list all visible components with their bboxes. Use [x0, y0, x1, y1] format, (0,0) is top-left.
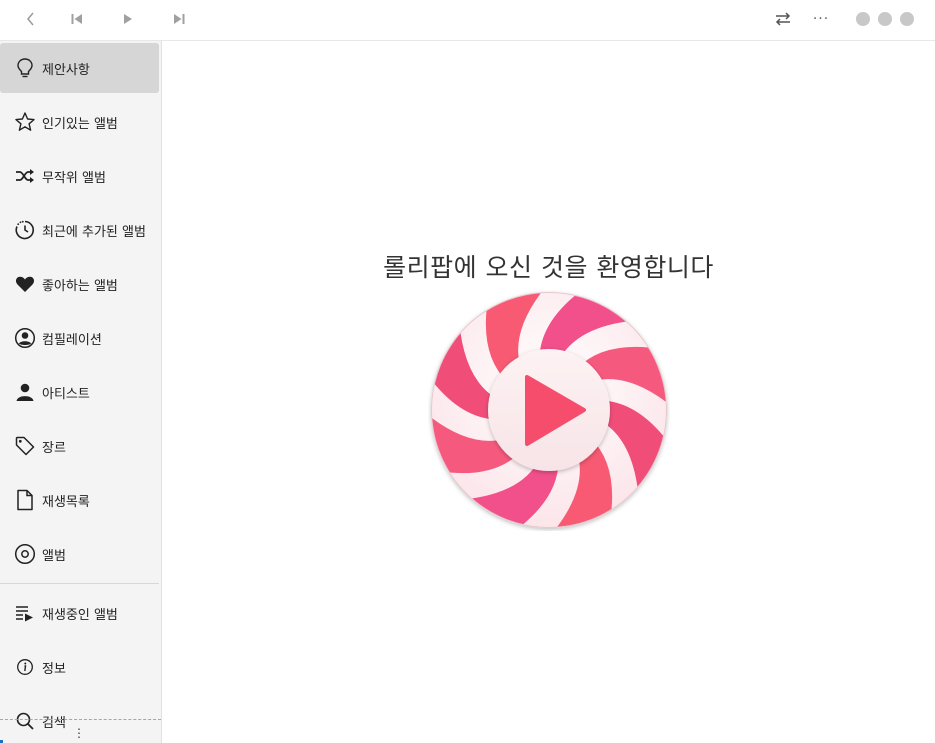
minimize-button[interactable]: [856, 12, 870, 26]
sidebar-item-label: 무작위 앨범: [42, 170, 106, 186]
back-button[interactable]: [18, 8, 44, 30]
sidebar-item-label: 최근에 추가된 앨범: [42, 224, 146, 240]
sidebar-item-label: 아티스트: [42, 386, 90, 402]
more-options-button[interactable]: ···: [808, 8, 834, 30]
star-icon: [13, 110, 37, 134]
sidebar-item-random-albums[interactable]: 무작위 앨범: [0, 151, 159, 201]
sidebar-item-info[interactable]: 정보: [0, 642, 159, 692]
sidebar-item-loved-albums[interactable]: 좋아하는 앨범: [0, 259, 159, 309]
sidebar-item-genres[interactable]: 장르: [0, 421, 159, 471]
lightbulb-icon: [13, 56, 37, 80]
sidebar-item-label: 컴필레이션: [42, 332, 102, 348]
repeat-button[interactable]: [770, 8, 796, 30]
play-button[interactable]: [115, 8, 141, 30]
info-icon: [13, 655, 37, 679]
user-circle-icon: [13, 326, 37, 350]
shuffle-icon: [13, 164, 37, 188]
sidebar-item-playlists[interactable]: 재생목록: [0, 475, 159, 525]
lollypop-logo-icon: [431, 292, 667, 528]
sidebar-item-popular-albums[interactable]: 인기있는 앨범: [0, 97, 159, 147]
search-icon: [13, 709, 37, 733]
sidebar: 제안사항 인기있는 앨범 무작위 앨범 최근에 추가된 앨범 좋아하는 앨범 컴…: [0, 41, 162, 743]
sidebar-item-label: 제안사항: [42, 62, 90, 78]
skip-next-icon: [174, 14, 185, 24]
sidebar-item-label: 재생목록: [42, 494, 90, 510]
sidebar-item-label: 재생중인 앨범: [42, 607, 118, 623]
repeat-icon: [775, 12, 791, 26]
toolbar: ···: [0, 0, 935, 41]
chevron-left-icon: [27, 12, 34, 26]
sidebar-item-label: 앨범: [42, 548, 66, 564]
sidebar-item-now-playing[interactable]: 재생중인 앨범: [0, 588, 159, 638]
main-view: 롤리팝에 오신 것을 환영합니다: [162, 41, 935, 743]
welcome-heading: 롤리팝에 오신 것을 환영합니다: [383, 253, 714, 282]
sidebar-item-compilations[interactable]: 컴필레이션: [0, 313, 159, 363]
heart-icon: [13, 272, 37, 296]
person-icon: [13, 380, 37, 404]
sidebar-item-label: 정보: [42, 661, 66, 677]
sidebar-more-handle[interactable]: ⋮: [72, 726, 86, 740]
skip-previous-icon: [71, 14, 82, 24]
tag-icon: [13, 434, 37, 458]
sidebar-resize-line: [0, 719, 161, 720]
sidebar-divider: [0, 583, 159, 584]
sidebar-item-label: 인기있는 앨범: [42, 116, 118, 132]
sidebar-item-label: 좋아하는 앨범: [42, 278, 118, 294]
next-button[interactable]: [166, 8, 192, 30]
play-icon: [124, 14, 132, 24]
recent-icon: [13, 218, 37, 242]
sidebar-item-recent-albums[interactable]: 최근에 추가된 앨범: [0, 205, 159, 255]
app-window: ··· 제안사항 인기있는 앨범 무작위 앨범 최근에 추가된 앨범 좋아하는 …: [0, 0, 935, 743]
maximize-button[interactable]: [878, 12, 892, 26]
sidebar-item-suggestions[interactable]: 제안사항: [0, 43, 159, 93]
sidebar-item-label: 검색: [42, 715, 66, 731]
sidebar-item-artists[interactable]: 아티스트: [0, 367, 159, 417]
queue-playing-icon: [13, 601, 37, 625]
disc-icon: [13, 542, 37, 566]
close-button[interactable]: [900, 12, 914, 26]
sidebar-item-albums[interactable]: 앨범: [0, 529, 159, 579]
sidebar-item-label: 장르: [42, 440, 66, 456]
previous-button[interactable]: [64, 8, 90, 30]
document-icon: [13, 488, 37, 512]
